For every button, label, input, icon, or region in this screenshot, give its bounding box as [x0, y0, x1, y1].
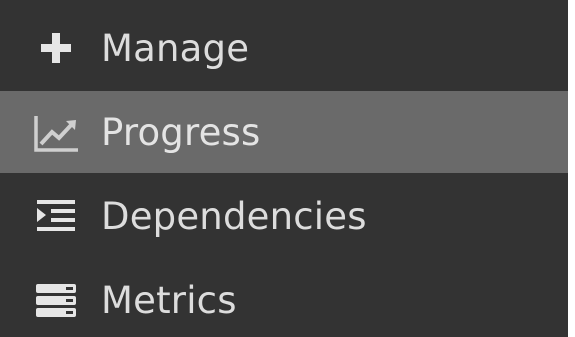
sidebar-item-progress[interactable]: Progress: [0, 91, 568, 173]
window-edge: [568, 0, 575, 337]
sidebar-item-label: Manage: [101, 26, 250, 70]
sidebar-item-metrics[interactable]: Metrics: [0, 259, 568, 337]
sidebar-item-dependencies[interactable]: Dependencies: [0, 175, 568, 257]
line-chart-icon: [32, 108, 80, 156]
plus-icon: [32, 24, 80, 72]
sidebar-menu: Manage Progress Dependencies Metrics: [0, 0, 568, 337]
sidebar-item-label: Progress: [101, 110, 261, 154]
sidebar-item-label: Dependencies: [101, 194, 367, 238]
sidebar-item-label: Metrics: [101, 278, 237, 322]
sidebar-item-manage[interactable]: Manage: [0, 7, 568, 89]
server-stack-icon: [32, 276, 80, 324]
indent-icon: [32, 192, 80, 240]
